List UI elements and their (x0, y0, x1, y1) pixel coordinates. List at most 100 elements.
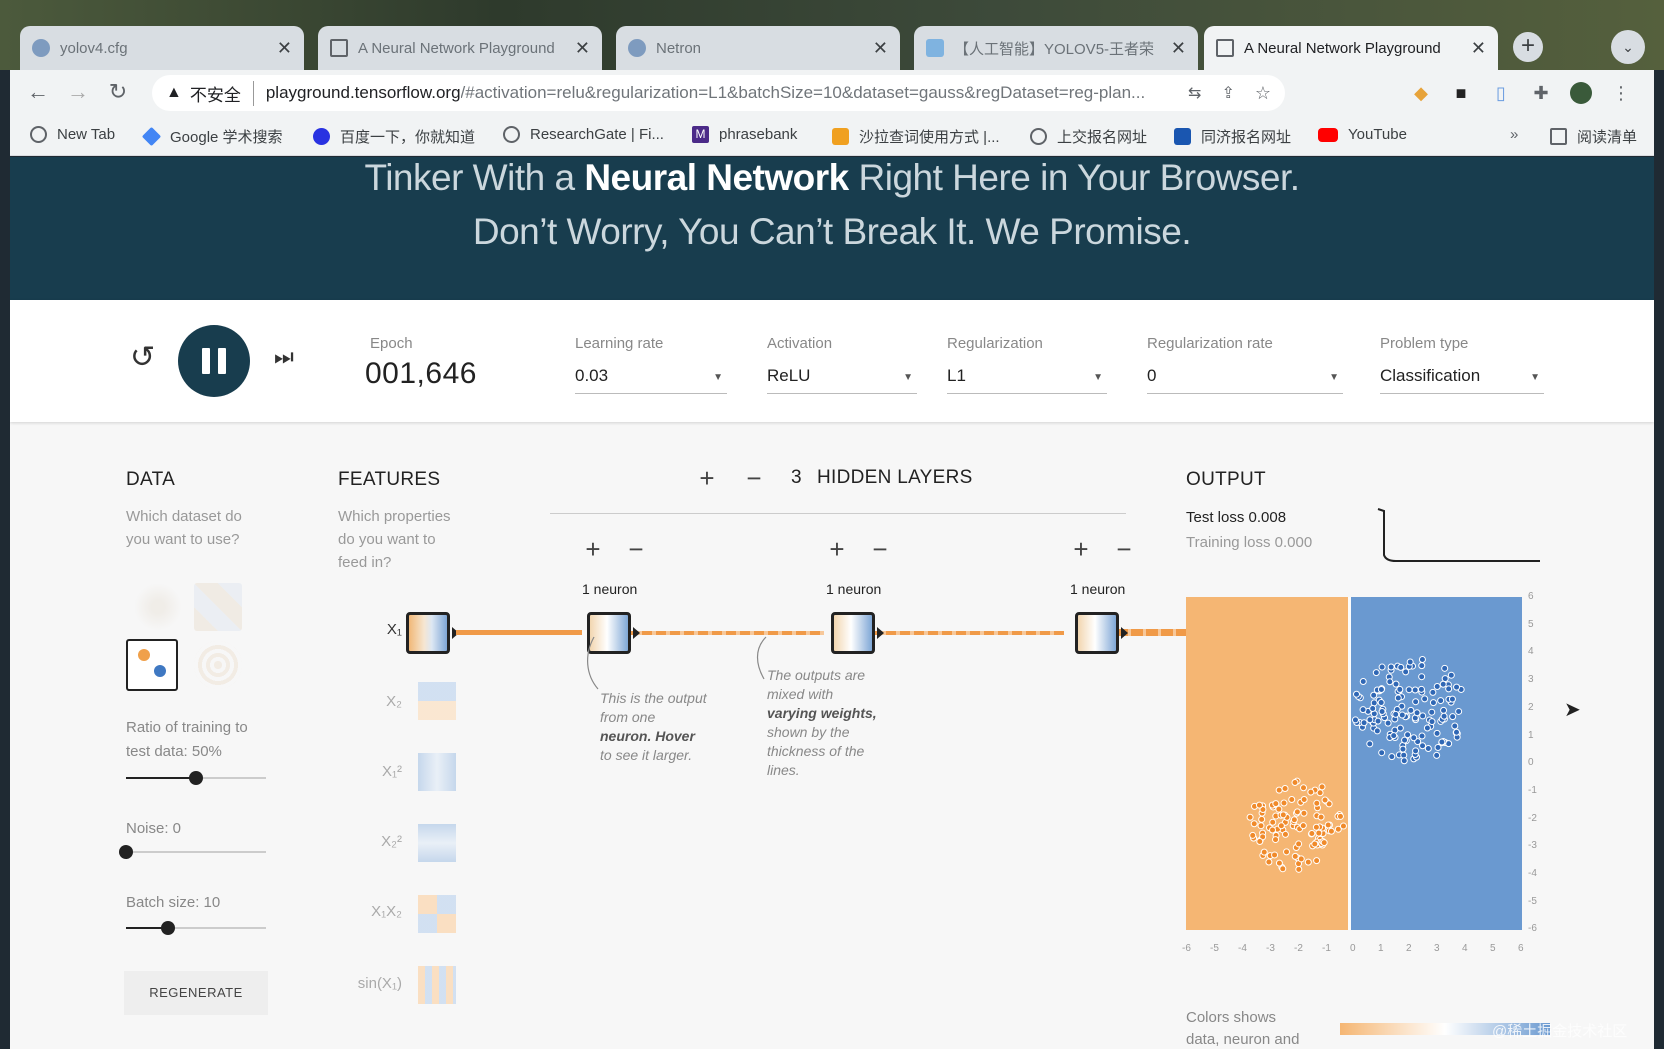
add-layer-button[interactable]: + (694, 463, 720, 494)
extension-doc-icon[interactable]: ▯ (1490, 82, 1512, 104)
bookmark-label: 同济报名网址 (1201, 129, 1292, 146)
bookmark-label: phrasebank (719, 126, 798, 143)
star-icon[interactable]: ☆ (1255, 83, 1271, 104)
puzzle-icon[interactable]: ✚ (1530, 82, 1552, 104)
add-neuron-button[interactable]: + (824, 534, 850, 565)
tongji-icon (1174, 128, 1191, 145)
problem-type-value: Classification (1380, 366, 1481, 385)
bookmark-saladict[interactable]: 沙拉查词使用方式 |... (832, 126, 1000, 147)
data-point (1386, 678, 1394, 686)
tab-netron[interactable]: Netron ✕ (616, 26, 900, 70)
reload-icon[interactable]: ↻ (104, 79, 132, 107)
feature-x1-squared-label: X₁² (381, 763, 402, 780)
bookmark-youtube[interactable]: YouTube (1318, 126, 1407, 143)
back-icon[interactable]: ← (24, 79, 52, 107)
tab-title: A Neural Network Playground (358, 39, 555, 57)
data-point (1418, 656, 1426, 664)
step-forward-icon[interactable]: ⏭ (274, 344, 294, 370)
remove-neuron-button[interactable]: − (1111, 534, 1137, 565)
warning-icon[interactable]: ▲ (166, 84, 182, 102)
avatar[interactable] (1570, 82, 1592, 104)
close-icon[interactable]: ✕ (1171, 38, 1186, 59)
dataset-spiral-thumbnail[interactable] (194, 641, 242, 689)
noise-slider[interactable] (126, 851, 266, 853)
data-point (1374, 717, 1382, 725)
tab-neural-network-playground[interactable]: A Neural Network Playground ✕ (318, 26, 602, 70)
add-neuron-button[interactable]: + (580, 534, 606, 565)
remove-neuron-button[interactable]: − (623, 534, 649, 565)
dataset-circle-thumbnail[interactable] (134, 583, 182, 631)
dataset-gauss-thumbnail-selected[interactable] (126, 639, 178, 691)
data-point (1440, 712, 1448, 720)
feature-x1-label: X₁ (386, 621, 402, 638)
feature-x1-squared-node[interactable] (418, 753, 456, 791)
reset-icon[interactable]: ↺ (130, 340, 155, 375)
data-desc-line-1: Which dataset do (126, 508, 242, 525)
data-point (1249, 831, 1257, 839)
x-tick-label: -3 (1266, 943, 1275, 954)
bookmark-tongji[interactable]: 同济报名网址 (1174, 126, 1291, 147)
extension-shield-icon[interactable]: ◆ (1410, 82, 1432, 104)
menu-dots-icon[interactable]: ⋮ (1610, 82, 1632, 104)
data-point (1327, 827, 1335, 835)
bookmark-phrasebank[interactable]: M phrasebank (692, 126, 797, 143)
learning-rate-select[interactable]: 0.03 ▼ (575, 362, 727, 394)
new-tab-button[interactable]: + (1513, 32, 1543, 62)
feature-x1x2-node[interactable] (418, 895, 456, 933)
data-point (1419, 742, 1427, 750)
address-bar[interactable]: ▲ 不安全 playground.tensorflow.org /#activa… (152, 75, 1285, 111)
data-point (1351, 716, 1359, 724)
forward-icon[interactable]: → (64, 79, 92, 107)
problem-type-select[interactable]: Classification ▼ (1380, 362, 1544, 394)
data-point (1246, 813, 1254, 821)
tab-yolov5-video[interactable]: 【人工智能】YOLOV5-王者荣 ✕ (914, 26, 1198, 70)
regularization-rate-select[interactable]: 0 ▼ (1147, 362, 1343, 394)
security-label[interactable]: 不安全 (190, 80, 254, 106)
tab-search-button[interactable]: ⌄ (1611, 30, 1645, 64)
batch-size-slider-handle[interactable] (161, 921, 175, 935)
remove-neuron-button[interactable]: − (867, 534, 893, 565)
remove-layer-button[interactable]: − (741, 463, 767, 494)
annotation-bold: neuron. Hover (600, 728, 695, 744)
share-icon[interactable]: ⇪ (1221, 83, 1234, 103)
ratio-slider-handle[interactable] (189, 771, 203, 785)
feature-x2-squared-node[interactable] (418, 824, 456, 862)
reading-list-button[interactable]: 阅读清单 (1550, 126, 1637, 147)
add-neuron-button[interactable]: + (1068, 534, 1094, 565)
close-icon[interactable]: ✕ (873, 38, 888, 59)
regularization-select[interactable]: L1 ▼ (947, 362, 1107, 394)
data-point (1378, 749, 1386, 757)
data-point (1353, 690, 1361, 698)
data-point (1295, 840, 1303, 848)
bookmark-researchgate[interactable]: ResearchGate | Fi... (503, 126, 664, 143)
close-icon[interactable]: ✕ (1471, 38, 1486, 59)
layer-2-neuron[interactable] (831, 612, 875, 654)
dropdown-caret-icon: ▼ (713, 372, 723, 383)
noise-slider-handle[interactable] (119, 845, 133, 859)
bookmark-sjtu[interactable]: 上交报名网址 (1030, 126, 1147, 147)
close-icon[interactable]: ✕ (277, 38, 292, 59)
ratio-slider-fill (126, 777, 196, 779)
tab-neural-network-playground-active[interactable]: A Neural Network Playground ✕ (1204, 26, 1498, 70)
data-point (1441, 664, 1449, 672)
feature-sin-x1-node[interactable] (418, 966, 456, 1004)
x-tick-label: 2 (1406, 943, 1412, 954)
feature-x2-node[interactable] (418, 682, 456, 720)
layer-3-neuron[interactable] (1075, 612, 1119, 654)
bookmarks-overflow-chevron-icon[interactable]: » (1510, 126, 1518, 143)
activation-select[interactable]: ReLU ▼ (767, 362, 917, 394)
bookmark-baidu[interactable]: 百度一下，你就知道 (313, 126, 475, 147)
bookmark-google-scholar[interactable]: Google 学术搜索 (141, 126, 283, 147)
dataset-xor-thumbnail[interactable] (194, 583, 242, 631)
data-point (1255, 801, 1263, 809)
data-point (1419, 712, 1427, 720)
close-icon[interactable]: ✕ (575, 38, 590, 59)
data-point (1321, 796, 1329, 804)
regenerate-button[interactable]: REGENERATE (124, 971, 268, 1015)
extension-dark-icon[interactable]: ■ (1450, 82, 1472, 104)
feature-x1-node[interactable] (406, 612, 450, 654)
pause-button[interactable] (178, 325, 250, 397)
tab-yolov4-cfg[interactable]: yolov4.cfg ✕ (20, 26, 304, 70)
translate-icon[interactable]: ⇆ (1188, 83, 1201, 103)
bookmark-new-tab[interactable]: New Tab (30, 126, 115, 143)
